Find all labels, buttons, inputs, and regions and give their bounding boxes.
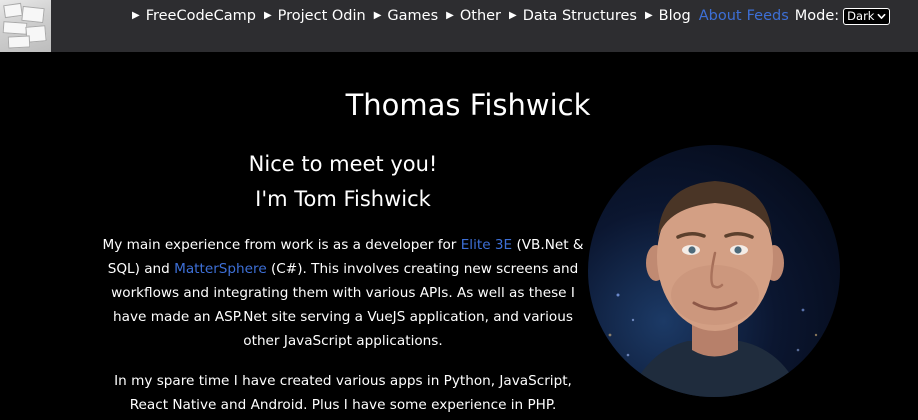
- nav-item-label: Data Structures: [522, 8, 637, 24]
- mattersphere-link[interactable]: MatterSphere: [174, 261, 267, 277]
- caret-right-icon: ▶: [644, 9, 653, 21]
- caret-right-icon: ▶: [509, 9, 517, 21]
- elite-3e-link[interactable]: Elite 3E: [461, 237, 512, 253]
- main-menu: ▶ FreeCodeCamp ▶ Project Odin ▶ Games ▶ …: [132, 6, 891, 26]
- greeting-subheading: I'm Tom Fishwick: [255, 187, 431, 211]
- nav-item-label: Other: [459, 8, 502, 24]
- mode-select[interactable]: Dark: [843, 7, 891, 25]
- nav-link-feeds[interactable]: Feeds: [747, 8, 789, 24]
- logo-block: [21, 5, 45, 24]
- nav-item-label: Blog: [658, 8, 691, 24]
- nav-item-label: Games: [387, 8, 439, 24]
- nav-item-project-odin[interactable]: ▶ Project Odin: [264, 8, 366, 24]
- site-logo[interactable]: [0, 0, 51, 52]
- bio-paragraph-hobbies: In my spare time I have created various …: [114, 373, 572, 413]
- caret-right-icon: ▶: [132, 9, 140, 21]
- mode-select-value: Dark: [847, 9, 875, 23]
- greeting-heading: Nice to meet you!: [248, 152, 438, 176]
- nav-item-data-structures[interactable]: ▶ Data Structures: [509, 8, 637, 24]
- bio-paragraph-work: My main experience from work is as a dev…: [95, 233, 591, 353]
- mode-label: Mode:: [794, 8, 840, 24]
- page-title: Thomas Fishwick: [345, 88, 591, 122]
- nav-item-label: FreeCodeCamp: [145, 8, 256, 24]
- logo-block: [3, 2, 23, 19]
- caret-right-icon: ▶: [263, 9, 272, 21]
- nav-item-freecodecamp[interactable]: ▶ FreeCodeCamp: [132, 8, 256, 24]
- chevron-down-icon: [878, 13, 886, 19]
- nav-item-label: Project Odin: [277, 8, 366, 24]
- nav-item-other[interactable]: ▶ Other: [446, 8, 501, 24]
- nav-item-blog[interactable]: ▶ Blog: [645, 8, 691, 24]
- nav-link-about[interactable]: About: [699, 8, 742, 24]
- logo-block: [2, 21, 28, 35]
- top-navigation-bar: ▶ FreeCodeCamp ▶ Project Odin ▶ Games ▶ …: [0, 0, 918, 52]
- caret-right-icon: ▶: [373, 9, 382, 21]
- profile-photo-drawing: [608, 181, 818, 397]
- nav-item-games[interactable]: ▶ Games: [374, 8, 438, 24]
- caret-right-icon: ▶: [446, 9, 454, 21]
- bio-text: My main experience from work is as a dev…: [102, 237, 461, 253]
- profile-photo: [588, 145, 840, 397]
- logo-block: [7, 35, 31, 49]
